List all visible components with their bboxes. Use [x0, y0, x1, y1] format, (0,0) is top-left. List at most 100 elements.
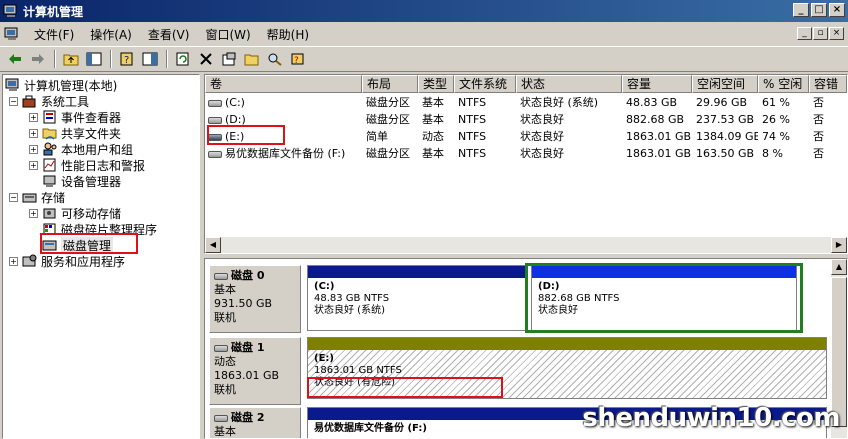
menu-window[interactable]: 窗口(W) — [197, 26, 258, 43]
forward-button[interactable] — [27, 49, 49, 69]
disk-icon — [214, 344, 228, 352]
table-row[interactable]: 易优数据库文件备份 (F:) 磁盘分区 基本 NTFS 状态良好 1863.01… — [205, 145, 848, 162]
table-row[interactable]: (E:) 简单 动态 NTFS 状态良好 1863.01 GB 1384.09 … — [205, 128, 848, 145]
volume-name: 易优数据库文件备份 (F:) — [225, 147, 346, 160]
view-list-icon — [142, 52, 158, 66]
collapse-toggle[interactable]: − — [9, 96, 18, 106]
tree-label: 服务和应用程序 — [41, 254, 126, 269]
expand-toggle[interactable]: + — [29, 144, 38, 154]
disk-name: 磁盘 1 — [231, 341, 265, 354]
layout-cell: 磁盘分区 — [366, 113, 410, 126]
show-hide-tree-button[interactable] — [83, 49, 105, 69]
partition-c[interactable]: (C:) 48.83 GB NTFS 状态良好 (系统) — [307, 265, 527, 331]
tree-label: 可移动存储 — [61, 206, 122, 221]
users-icon — [43, 142, 57, 156]
tree-item-system-tools[interactable]: − 系统工具 — [9, 93, 89, 109]
column-percent-free[interactable]: % 空闲 — [758, 75, 809, 93]
capacity-cell: 1863.01 GB — [626, 130, 692, 143]
event-viewer-icon — [43, 110, 56, 124]
minimize-button[interactable]: _ — [793, 3, 809, 17]
expand-toggle[interactable]: + — [29, 128, 38, 138]
open-button[interactable] — [241, 49, 263, 69]
toolbar-separator — [110, 50, 112, 68]
tree-item-shared-folders[interactable]: + 共享文件夹 — [29, 125, 121, 141]
collapse-toggle[interactable]: − — [9, 192, 18, 202]
tree-item-local-users[interactable]: + 本地用户和组 — [29, 141, 133, 157]
console-tree-icon — [86, 52, 102, 66]
tree-label: 性能日志和警报 — [61, 158, 146, 173]
search-icon — [268, 53, 282, 66]
layout-cell: 磁盘分区 — [366, 96, 410, 109]
disk-type: 基本 — [214, 283, 236, 296]
tree-item-root[interactable]: 计算机管理(本地) — [5, 77, 117, 93]
status-cell: 状态良好 (系统) — [520, 96, 599, 109]
toolbar-separator — [166, 50, 168, 68]
column-capacity[interactable]: 容量 — [622, 75, 692, 93]
table-row[interactable]: (C:) 磁盘分区 基本 NTFS 状态良好 (系统) 48.83 GB 29.… — [205, 94, 848, 111]
free-space-cell: 1384.09 GB — [696, 130, 758, 143]
disk-2-label[interactable]: 磁盘 2 基本 — [209, 407, 301, 438]
column-filesystem[interactable]: 文件系统 — [454, 75, 516, 93]
delete-button[interactable] — [195, 49, 217, 69]
tree-item-storage[interactable]: − 存储 — [9, 189, 65, 205]
column-layout[interactable]: 布局 — [362, 75, 418, 93]
table-row[interactable]: (D:) 磁盘分区 基本 NTFS 状态良好 882.68 GB 237.53 … — [205, 111, 848, 128]
status-cell: 状态良好 — [520, 147, 564, 160]
column-status[interactable]: 状态 — [516, 75, 622, 93]
help-topic-button[interactable]: ? — [116, 49, 138, 69]
window-menu-icon[interactable] — [4, 27, 20, 41]
console-tree[interactable]: 计算机管理(本地) − 系统工具 + 事件查看器 + 共享文件夹 + 本地用户和… — [2, 74, 200, 439]
tree-label: 设备管理器 — [61, 174, 122, 189]
free-space-cell: 163.50 GB — [696, 147, 755, 160]
expand-toggle[interactable]: + — [9, 256, 18, 266]
mdi-restore-button[interactable]: ▫ — [813, 27, 828, 40]
tree-item-device-manager[interactable]: 设备管理器 — [42, 173, 121, 189]
expand-toggle[interactable]: + — [29, 208, 38, 218]
mdi-minimize-button[interactable]: _ — [797, 27, 812, 40]
disk-icon — [214, 272, 228, 280]
menu-view[interactable]: 查看(V) — [140, 26, 198, 43]
properties-button[interactable] — [218, 49, 240, 69]
volume-list[interactable]: 卷 布局 类型 文件系统 状态 容量 空闲空间 % 空闲 容错 (C:) 磁盘分… — [204, 74, 848, 254]
column-free-space[interactable]: 空闲空间 — [692, 75, 758, 93]
fault-tolerance-cell: 否 — [813, 130, 824, 143]
column-header-row: 卷 布局 类型 文件系统 状态 容量 空闲空间 % 空闲 容错 — [205, 75, 848, 93]
horizontal-scrollbar[interactable]: ◀ ▶ — [205, 237, 847, 253]
mdi-close-button[interactable]: × — [829, 27, 844, 40]
scroll-right-button[interactable]: ▶ — [831, 237, 847, 253]
menu-file[interactable]: 文件(F) — [26, 26, 82, 43]
disk-1-label[interactable]: 磁盘 1 动态 1863.01 GB 联机 — [209, 337, 301, 405]
watermark: shenduwin10.com — [582, 403, 840, 433]
disk-properties-button[interactable]: ? — [287, 49, 309, 69]
close-button[interactable]: × — [829, 3, 845, 17]
tree-item-event-viewer[interactable]: + 事件查看器 — [29, 109, 121, 125]
partition-size: 1863.01 GB NTFS — [314, 365, 402, 376]
column-volume[interactable]: 卷 — [205, 75, 362, 93]
expand-toggle[interactable]: + — [29, 112, 38, 122]
tree-item-removable-storage[interactable]: + 可移动存储 — [29, 205, 121, 221]
disk-name: 磁盘 0 — [231, 269, 265, 282]
disk-0-label[interactable]: 磁盘 0 基本 931.50 GB 联机 — [209, 265, 301, 333]
refresh-button[interactable] — [172, 49, 194, 69]
up-level-button[interactable] — [60, 49, 82, 69]
disk-icon — [214, 414, 228, 422]
menu-help[interactable]: 帮助(H) — [259, 26, 317, 43]
tree-item-services-apps[interactable]: + 服务和应用程序 — [9, 253, 125, 269]
fault-tolerance-cell: 否 — [813, 147, 824, 160]
type-cell: 基本 — [422, 113, 444, 126]
layout-cell: 磁盘分区 — [366, 147, 410, 160]
scroll-left-button[interactable]: ◀ — [205, 237, 221, 253]
properties-view-button[interactable] — [139, 49, 161, 69]
maximize-button[interactable]: □ — [811, 3, 827, 17]
drive-icon — [208, 116, 222, 124]
back-button[interactable] — [4, 49, 26, 69]
scroll-up-button[interactable]: ▲ — [831, 259, 847, 275]
filesystem-cell: NTFS — [458, 147, 487, 160]
column-fault-tolerance[interactable]: 容错 — [809, 75, 847, 93]
expand-toggle[interactable]: + — [29, 160, 38, 170]
tree-item-perf-logs[interactable]: + 性能日志和警报 — [29, 157, 145, 173]
shared-folder-icon — [42, 128, 57, 140]
menu-action[interactable]: 操作(A) — [82, 26, 140, 43]
column-type[interactable]: 类型 — [418, 75, 454, 93]
search-button[interactable] — [264, 49, 286, 69]
